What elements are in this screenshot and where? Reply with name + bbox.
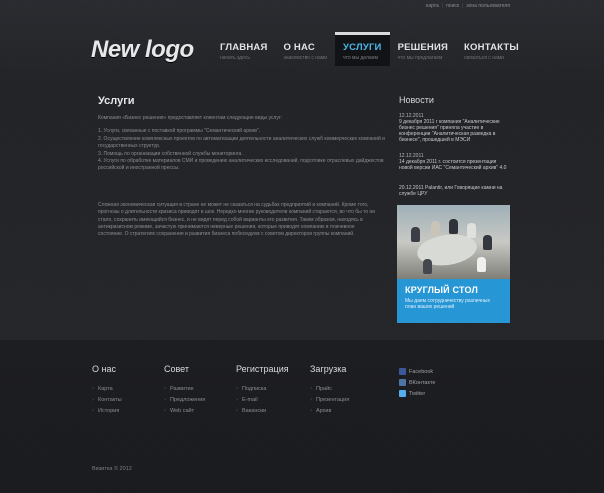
person-shape bbox=[449, 219, 458, 234]
person-shape bbox=[483, 235, 492, 250]
footer-link[interactable]: Архив bbox=[310, 406, 382, 417]
footer-col-download: Загрузка Прайс Презентация Архив bbox=[310, 364, 382, 417]
top-link-user-zone[interactable]: зона пользователя bbox=[466, 3, 510, 9]
news-item[interactable]: 20.12.2011 Palantir, или Говорящие камни… bbox=[399, 185, 510, 197]
social-link-vkontakte[interactable]: ВКонтакте bbox=[399, 377, 435, 388]
footer-link[interactable]: Подписка bbox=[236, 384, 310, 395]
meeting-photo bbox=[397, 205, 510, 279]
top-links: карта | поиск | зона пользователя bbox=[426, 3, 510, 9]
news-text: 20.12.2011 Palantir, или Говорящие камни… bbox=[399, 185, 503, 197]
nav-sublabel: начать здесь bbox=[220, 55, 250, 61]
nav-sublabel: что мы предлагаем bbox=[397, 55, 443, 61]
nav-label: РЕШЕНИЯ bbox=[397, 42, 449, 53]
person-shape bbox=[467, 223, 476, 238]
social-label: Facebook bbox=[409, 368, 434, 375]
footer-link[interactable]: История bbox=[92, 406, 164, 417]
social-label: ВКонтакте bbox=[409, 379, 436, 386]
banner-title: КРУГЛЫЙ СТОЛ bbox=[405, 285, 478, 295]
footer-link[interactable]: Предложения bbox=[164, 395, 236, 406]
twitter-icon bbox=[399, 390, 406, 397]
nav-label: ГЛАВНАЯ bbox=[220, 42, 268, 53]
facebook-icon bbox=[399, 368, 406, 375]
separator: | bbox=[441, 3, 444, 9]
social-label: Twitter bbox=[409, 390, 426, 397]
person-shape bbox=[477, 257, 486, 272]
footer-link[interactable]: Карта bbox=[92, 384, 164, 395]
footer-link[interactable]: E-mail bbox=[236, 395, 310, 406]
nav-item-solutions[interactable]: РЕШЕНИЯ что мы предлагаем bbox=[390, 32, 456, 66]
footer-link[interactable]: Контакты bbox=[92, 395, 164, 406]
footer-col-title: О нас bbox=[92, 364, 116, 374]
round-table-banner[interactable]: КРУГЛЫЙ СТОЛ Мы даем сотрудничеству разл… bbox=[397, 205, 510, 323]
social-link-facebook[interactable]: Facebook bbox=[399, 366, 435, 377]
list-item: 4. Услуги по обработке материалов СМИ и … bbox=[98, 158, 384, 172]
footer-col-registration: Регистрация Подписка E-mail Вакансии bbox=[236, 364, 310, 417]
nav-label: О НАС bbox=[283, 42, 315, 53]
nav-sublabel: знакомство с нами bbox=[283, 55, 328, 61]
nav-item-services[interactable]: УСЛУГИ что мы делаем bbox=[335, 32, 390, 66]
social-links: Facebook ВКонтакте Twitter bbox=[399, 366, 435, 399]
top-link-search[interactable]: поиск bbox=[446, 3, 459, 9]
footer-columns: О нас Карта Контакты История Совет Разви… bbox=[92, 364, 382, 417]
list-item: 2. Осуществление комплексных проектов по… bbox=[98, 135, 385, 150]
list-item: 1. Услуги, связанные с поставкой програм… bbox=[98, 128, 261, 135]
footer-link[interactable]: Web сайт bbox=[164, 406, 236, 417]
list-item: 3. Помощь по организации собственной слу… bbox=[98, 150, 243, 157]
top-link-map[interactable]: карта bbox=[426, 3, 439, 9]
footer-link[interactable]: Прайс bbox=[310, 384, 382, 395]
banner-text: Мы даем сотрудничеству различных план ва… bbox=[405, 298, 491, 310]
news-text: 9 декабря 2011 г компания "Аналитические… bbox=[399, 119, 500, 143]
footer-link[interactable]: Презентация bbox=[310, 395, 382, 406]
logo[interactable]: New logo bbox=[91, 36, 194, 64]
nav-sublabel: что мы делаем bbox=[343, 55, 378, 61]
footer-link[interactable]: Вакансии bbox=[236, 406, 310, 417]
news-text: 14 декабря 2011 г. состоится презентация… bbox=[399, 159, 507, 171]
intro-text: Компания «Бизнес решения» предоставляет … bbox=[98, 115, 283, 121]
news-item[interactable]: 12.12.2011 14 декабря 2011 г. состоится … bbox=[399, 153, 510, 171]
main-nav: ГЛАВНАЯ начать здесь О НАС знакомство с … bbox=[212, 32, 527, 66]
nav-label: КОНТАКТЫ bbox=[464, 42, 519, 53]
main-content: Услуги Компания «Бизнес решения» предост… bbox=[90, 90, 386, 335]
nav-label: УСЛУГИ bbox=[343, 42, 382, 53]
news-sidebar: Новости 12.12.2011 9 декабря 2011 г комп… bbox=[397, 90, 510, 207]
person-shape bbox=[431, 221, 440, 236]
body-paragraph: Сложная экономическая ситуация в стране … bbox=[98, 201, 376, 238]
page-title: Услуги bbox=[98, 95, 135, 107]
copyright: Визитка © 2012 bbox=[92, 466, 132, 472]
services-list: 1. Услуги, связанные с поставкой програм… bbox=[98, 128, 386, 172]
person-shape bbox=[411, 227, 420, 242]
nav-sublabel: связаться с нами bbox=[464, 55, 504, 61]
news-title: Новости bbox=[399, 95, 434, 105]
footer-col-title: Совет bbox=[164, 364, 190, 374]
news-item[interactable]: 12.12.2011 9 декабря 2011 г компания "Ан… bbox=[399, 113, 510, 143]
nav-item-contacts[interactable]: КОНТАКТЫ связаться с нами bbox=[456, 32, 527, 66]
footer-col-about: О нас Карта Контакты История bbox=[92, 364, 164, 417]
nav-item-home[interactable]: ГЛАВНАЯ начать здесь bbox=[212, 32, 276, 66]
footer-col-title: Загрузка bbox=[310, 364, 347, 374]
nav-item-about[interactable]: О НАС знакомство с нами bbox=[276, 32, 336, 66]
footer-col-advice: Совет Развитие Предложения Web сайт bbox=[164, 364, 236, 417]
social-link-twitter[interactable]: Twitter bbox=[399, 388, 435, 399]
separator: | bbox=[462, 3, 464, 9]
footer-link[interactable]: Развитие bbox=[164, 384, 236, 395]
vkontakte-icon bbox=[399, 379, 406, 386]
person-shape bbox=[423, 259, 432, 274]
footer-col-title: Регистрация bbox=[236, 364, 289, 374]
banner-caption: КРУГЛЫЙ СТОЛ Мы даем сотрудничеству разл… bbox=[397, 279, 510, 323]
